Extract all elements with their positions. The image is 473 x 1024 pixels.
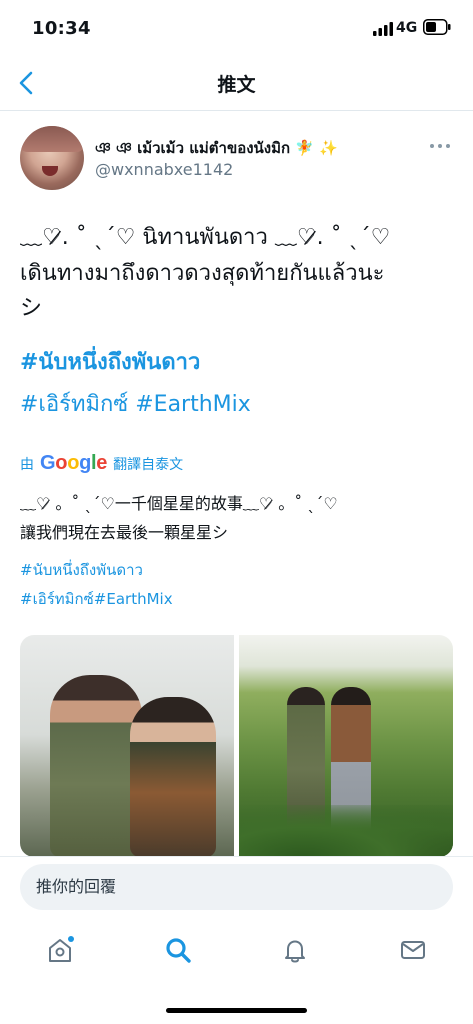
tab-home[interactable] — [40, 932, 80, 968]
photo-foliage — [239, 805, 453, 857]
media-grid — [20, 635, 453, 857]
hashtag-link[interactable]: #นับหนึ่งถึงพันดาว — [20, 347, 200, 379]
tab-search[interactable] — [158, 932, 198, 968]
translated-hashtag-link[interactable]: #เอิร์ทมิกซ์#EarthMix — [20, 587, 173, 611]
network-label: 4G — [396, 20, 418, 36]
translation-label: 翻譯自泰文 — [113, 456, 184, 473]
signal-icon — [373, 22, 393, 36]
avatar-hair — [20, 126, 84, 152]
tweet-text-line: ﹏♡̷. ˚ ˎˊ♡ นิทานพันดาว ﹏♡̷. ˚ ˎˊ♡ — [20, 225, 391, 250]
more-options-button[interactable] — [428, 138, 452, 152]
home-icon — [49, 936, 74, 962]
translated-text-line: 讓我們現在去最後一顆星星シ — [20, 523, 229, 542]
battery-icon — [423, 19, 451, 35]
translation-attribution[interactable]: 由 Google 翻譯自泰文 — [20, 452, 183, 475]
photo-figure — [130, 697, 216, 857]
search-icon — [166, 938, 191, 963]
page-title: 推文 — [217, 74, 256, 96]
nav-divider — [0, 110, 473, 111]
photo-figure — [50, 675, 142, 857]
tweet-text-line: เดินทางมาถึงดาวดวงสุดท้ายกันแล้วนะ — [20, 261, 385, 286]
ellipsis-icon — [430, 144, 450, 148]
mail-icon — [401, 941, 425, 959]
bell-icon — [285, 940, 305, 963]
reply-input[interactable]: 推你的回覆 — [20, 864, 453, 910]
tweet-photo-2[interactable] — [239, 635, 453, 857]
translated-text-line: ﹏♡̷ 。˚ ˎˊ♡一千個星星的故事﹏♡̷ 。˚ ˎˊ♡ — [20, 494, 338, 513]
tweet-text-line: シ — [20, 296, 43, 321]
avatar-mouth — [42, 166, 58, 176]
tweet-photo-1[interactable] — [20, 635, 234, 857]
translated-by-label: 由 — [20, 456, 34, 473]
tab-notifications[interactable] — [275, 932, 315, 968]
author-name[interactable]: ঞ ঞ เม้วเม้ว แม่ตำของนังมิก 🧚 ✨ — [95, 136, 338, 162]
author-handle[interactable]: @wxnnabxe1142 — [95, 160, 233, 179]
status-time: 10:34 — [32, 18, 91, 39]
tab-messages[interactable] — [393, 932, 433, 968]
home-indicator[interactable] — [166, 1008, 307, 1013]
avatar[interactable] — [20, 126, 84, 190]
hashtag-link[interactable]: #เอิร์ทมิกซ์ #EarthMix — [20, 389, 251, 421]
translated-hashtag-link[interactable]: #นับหนึ่งถึงพันดาว — [20, 558, 143, 582]
google-logo: Google — [40, 452, 108, 474]
